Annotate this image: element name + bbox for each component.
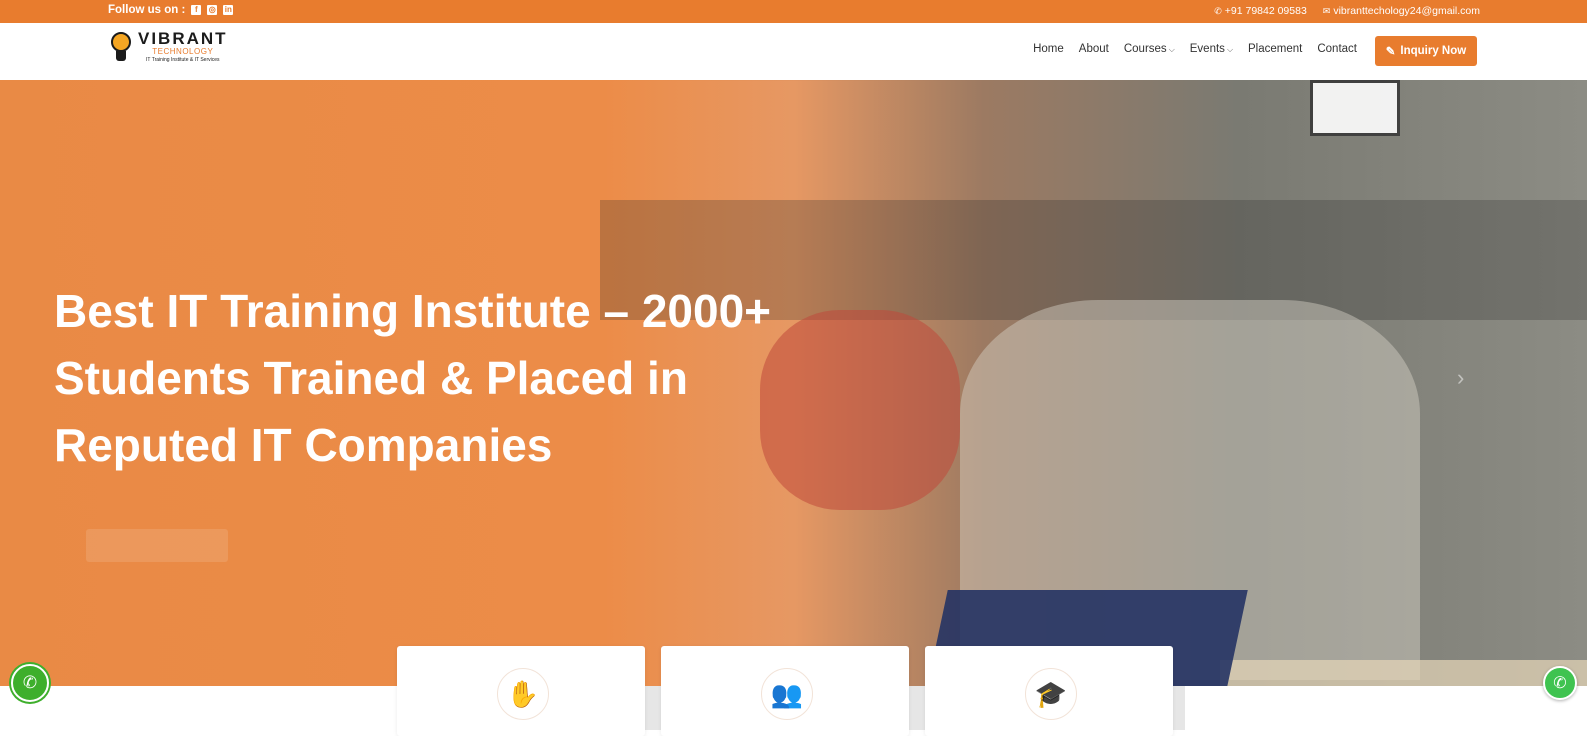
top-bar: Follow us on : f ◎ in ✆ +91 79842 09583 ✉…	[0, 0, 1587, 23]
feature-card: ✋	[397, 646, 645, 736]
facebook-icon[interactable]: f	[191, 5, 202, 15]
hero-banner: Best IT Training Institute – 2000+ Stude…	[0, 80, 1587, 686]
notice-board-image	[1310, 80, 1400, 136]
mail-icon: ✉	[1322, 6, 1331, 16]
hero-button[interactable]	[86, 529, 228, 562]
brand-tagline: IT Training Institute & IT Services	[146, 56, 220, 63]
person-icon: ✎	[1385, 46, 1396, 58]
phone-icon: ✆	[1214, 6, 1222, 16]
main-navbar: VIBRANT TECHNOLOGY IT Training Institute…	[0, 23, 1587, 81]
hand-money-icon: ✋	[497, 668, 549, 720]
nav-menu: Home About Courses ⌵ Events ⌵ Placement Co…	[1033, 43, 1357, 55]
instagram-icon[interactable]: ◎	[207, 5, 218, 15]
bulb-icon	[108, 29, 134, 63]
phone-number: +91 79842 09583	[1224, 5, 1307, 17]
next-slide-icon[interactable]: ›	[1457, 365, 1464, 391]
group-people-icon: 👥	[761, 668, 813, 720]
brand-name: VIBRANT	[138, 28, 228, 48]
nav-courses[interactable]: Courses ⌵	[1124, 43, 1175, 55]
phone-link[interactable]: ✆ +91 79842 09583	[1214, 5, 1307, 17]
call-button[interactable]: ✆	[11, 664, 49, 702]
brand-logo[interactable]: VIBRANT TECHNOLOGY IT Training Institute…	[108, 29, 228, 63]
feature-card: 🎓	[925, 646, 1173, 736]
whatsapp-button[interactable]: ✆	[1543, 666, 1577, 700]
brand-sub: TECHNOLOGY	[152, 46, 214, 56]
email-address: vibranttechology24@gmail.com	[1333, 5, 1480, 17]
hero-headline: Best IT Training Institute – 2000+ Stude…	[54, 285, 772, 471]
nav-events[interactable]: Events ⌵	[1190, 43, 1233, 55]
whatsapp-icon: ✆	[1553, 675, 1567, 692]
phone-icon: ✆	[22, 673, 38, 692]
nav-home[interactable]: Home	[1033, 43, 1064, 55]
chevron-down-icon: ⌵	[1168, 45, 1175, 54]
chevron-down-icon: ⌵	[1226, 45, 1234, 54]
inquiry-now-button[interactable]: ✎ Inquiry Now	[1375, 36, 1477, 66]
feature-card: 👥	[661, 646, 909, 736]
inquiry-label: Inquiry Now	[1400, 45, 1467, 57]
graduate-icon: 🎓	[1025, 668, 1077, 720]
nav-about[interactable]: About	[1079, 43, 1109, 55]
follow-label: Follow us on :	[108, 4, 186, 16]
follow-us: Follow us on : f ◎ in	[108, 4, 234, 16]
linkedin-icon[interactable]: in	[223, 5, 234, 15]
nav-contact[interactable]: Contact	[1317, 43, 1357, 55]
nav-placement[interactable]: Placement	[1248, 43, 1302, 55]
contact-info: ✆ +91 79842 09583 ✉ vibranttechology24@gma…	[1214, 5, 1480, 17]
email-link[interactable]: ✉ vibranttechology24@gmail.com	[1323, 5, 1480, 17]
